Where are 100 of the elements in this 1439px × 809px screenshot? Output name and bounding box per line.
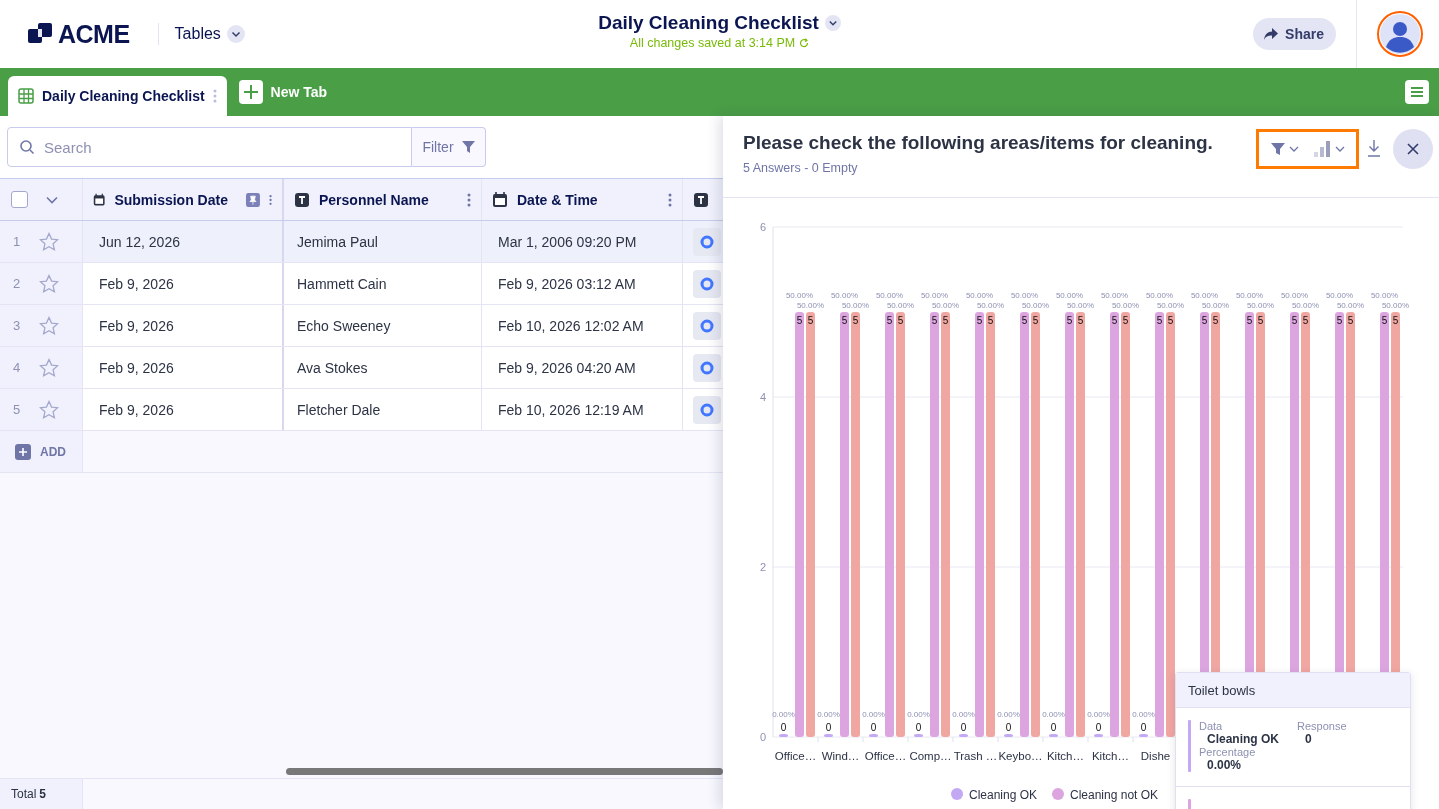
bar[interactable] <box>914 734 923 737</box>
star-icon[interactable] <box>39 273 59 294</box>
bar-value-label: 5 <box>1032 315 1039 326</box>
calendar-icon <box>492 191 508 208</box>
more-icon[interactable] <box>467 192 471 207</box>
bar-value-label: 5 <box>1111 315 1118 326</box>
bar[interactable] <box>885 312 894 737</box>
bar[interactable] <box>1076 312 1085 737</box>
bar[interactable] <box>986 312 995 737</box>
bar[interactable] <box>1031 312 1040 737</box>
search-field[interactable]: Search <box>7 127 412 167</box>
filter-dropdown[interactable] <box>1271 142 1299 156</box>
x-axis-label: Dishe <box>1140 750 1171 762</box>
bar-value-label: 0 <box>1095 722 1102 733</box>
bar[interactable] <box>1110 312 1119 737</box>
download-icon[interactable] <box>1367 139 1381 157</box>
x-axis-label: Kitch… <box>1046 750 1085 762</box>
bar[interactable] <box>869 734 878 737</box>
bar-value-label: 5 <box>852 315 859 326</box>
y-tick-label: 6 <box>759 221 766 233</box>
bar[interactable] <box>840 312 849 737</box>
percentage-label: 50.00% <box>1370 291 1399 300</box>
pin-icon[interactable] <box>245 190 260 209</box>
bar[interactable] <box>824 734 833 737</box>
bar-value-label: 5 <box>1066 315 1073 326</box>
table-row[interactable]: 4 Feb 9, 2026 Ava Stokes Feb 9, 2026 04:20 AM <box>0 347 723 389</box>
bar[interactable] <box>1139 734 1148 737</box>
legend-label[interactable]: Cleaning OK <box>969 788 1038 802</box>
field-label: Response <box>1297 720 1347 732</box>
bar-value-label: 5 <box>1212 315 1219 326</box>
bar[interactable] <box>779 734 788 737</box>
more-icon[interactable] <box>268 192 272 207</box>
bar-value-label: 5 <box>1201 315 1208 326</box>
chevron-icon <box>1335 146 1345 152</box>
bar[interactable] <box>1166 312 1175 737</box>
bar[interactable] <box>1094 734 1103 737</box>
bar[interactable] <box>1065 312 1074 737</box>
star-icon[interactable] <box>39 357 59 378</box>
chart-type-dropdown[interactable] <box>1313 140 1345 158</box>
row-number: 3 <box>13 318 21 333</box>
bar-value-label: 0 <box>870 722 877 733</box>
bar-value-label: 0 <box>1005 722 1012 733</box>
percentage-label: 50.00% <box>1190 291 1219 300</box>
column-header[interactable]: Date & Time <box>482 179 683 220</box>
radio-icon[interactable] <box>693 269 721 298</box>
column-header[interactable]: Personnel Name <box>284 179 482 220</box>
radio-icon[interactable] <box>693 353 721 382</box>
x-axis-label: Wind… <box>821 750 860 762</box>
person-icon <box>1380 14 1420 54</box>
share-button[interactable]: Share <box>1253 18 1336 50</box>
bar[interactable] <box>941 312 950 737</box>
table-cell: Feb 10, 2026 12:19 AM <box>498 401 644 418</box>
radio-icon[interactable] <box>693 395 721 424</box>
table-row[interactable]: 1 Jun 12, 2026 Jemima Paul Mar 1, 2006 09:20 PM <box>0 221 723 263</box>
table-row[interactable]: 2 Feb 9, 2026 Hammett Cain Feb 9, 2026 03:12 AM <box>0 263 723 305</box>
menu-icon[interactable] <box>1405 80 1429 104</box>
bar[interactable] <box>851 312 860 737</box>
table-cell: Mar 1, 2006 09:20 PM <box>498 233 637 250</box>
table-cell: Ava Stokes <box>297 359 368 376</box>
star-icon[interactable] <box>39 231 59 252</box>
bar[interactable] <box>806 312 815 737</box>
table-row[interactable]: 5 Feb 9, 2026 Fletcher Dale Feb 10, 2026 12:19 AM <box>0 389 723 431</box>
percentage-label: 50.00% <box>1145 291 1174 300</box>
percentage-label: 0.00% <box>1087 710 1110 719</box>
percentage-label: 50.00% <box>841 301 870 310</box>
bar[interactable] <box>1049 734 1058 737</box>
bar[interactable] <box>1004 734 1013 737</box>
bar[interactable] <box>1155 312 1164 737</box>
app-menu-dropdown[interactable]: Tables <box>174 25 245 43</box>
bar[interactable] <box>959 734 968 737</box>
bar[interactable] <box>975 312 984 737</box>
more-icon[interactable] <box>212 88 217 104</box>
more-icon[interactable] <box>668 192 672 207</box>
logo-text: ACME <box>58 19 130 49</box>
bar[interactable] <box>1020 312 1029 737</box>
select-all-checkbox[interactable] <box>11 191 28 208</box>
caret-icon[interactable] <box>824 15 841 31</box>
star-icon[interactable] <box>39 315 59 336</box>
bar[interactable] <box>930 312 939 737</box>
chevron-icon[interactable] <box>46 195 58 204</box>
bar[interactable] <box>1121 312 1130 737</box>
close-button[interactable] <box>1393 129 1433 169</box>
table-row[interactable]: 3 Feb 9, 2026 Echo Sweeney Feb 10, 2026 12:02 AM <box>0 305 723 347</box>
legend-label[interactable]: Cleaning not OK <box>1070 788 1159 802</box>
percentage-label: 0.00% <box>1132 710 1155 719</box>
answer-summary: 5 Answers - 0 Empty <box>743 161 859 175</box>
scrollbar-thumb[interactable] <box>286 768 723 775</box>
tab[interactable]: Daily Cleaning Checklist <box>8 76 227 116</box>
percentage-label: 50.00% <box>796 301 825 310</box>
radio-icon[interactable] <box>693 227 721 256</box>
row-total: Total 5 <box>0 779 83 809</box>
star-icon[interactable] <box>39 399 59 420</box>
add-row-button[interactable]: ADD <box>0 431 83 472</box>
radio-icon[interactable] <box>693 311 721 340</box>
bar[interactable] <box>795 312 804 737</box>
user-avatar[interactable] <box>1377 11 1423 57</box>
bar[interactable] <box>896 312 905 737</box>
calendar-icon <box>93 191 106 208</box>
field-label: Percentage <box>1199 746 1257 758</box>
filter-button[interactable]: Filter <box>412 127 486 167</box>
